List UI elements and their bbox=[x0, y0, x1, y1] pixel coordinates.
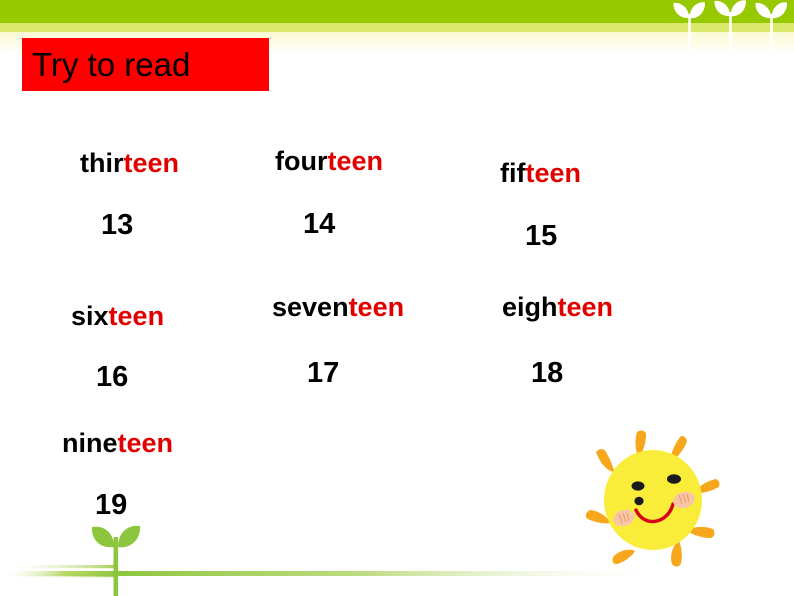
word-suffix-teen: teen bbox=[123, 148, 180, 178]
word-thirteen: thirteen bbox=[80, 150, 179, 177]
sprout-icon bbox=[714, 0, 747, 54]
sun-eye-right bbox=[667, 474, 681, 484]
word-suffix-teen: teen bbox=[108, 301, 165, 331]
number-15: 15 bbox=[525, 220, 558, 252]
number-14: 14 bbox=[303, 208, 336, 240]
number-18: 18 bbox=[531, 357, 564, 389]
page-title: Try to read bbox=[32, 46, 191, 83]
word-eighteen: eighteen bbox=[502, 294, 613, 321]
page-title-banner: Try to read bbox=[22, 38, 269, 91]
word-suffix-teen: teen bbox=[525, 158, 582, 188]
bottom-decoration bbox=[0, 525, 675, 596]
word-prefix: fif bbox=[500, 158, 526, 188]
word-seventeen: seventeen bbox=[272, 294, 404, 321]
number-13: 13 bbox=[101, 209, 134, 241]
sun-eye-left bbox=[631, 481, 645, 491]
word-nineteen: nineteen bbox=[62, 430, 173, 457]
word-suffix-teen: teen bbox=[117, 428, 174, 458]
word-suffix-teen: teen bbox=[557, 292, 614, 322]
word-prefix: four bbox=[275, 146, 328, 176]
word-prefix: six bbox=[71, 301, 109, 331]
ground-line-thin bbox=[0, 565, 118, 569]
number-17: 17 bbox=[307, 357, 340, 389]
sprout-icon bbox=[673, 2, 706, 54]
ground-line-left bbox=[0, 571, 118, 576]
word-suffix-teen: teen bbox=[327, 146, 384, 176]
sun-nose bbox=[634, 496, 644, 506]
sprout-icon bbox=[91, 525, 141, 596]
word-prefix: eigh bbox=[502, 292, 558, 322]
word-prefix: nine bbox=[62, 428, 118, 458]
number-19: 19 bbox=[95, 489, 128, 521]
number-16: 16 bbox=[96, 361, 129, 393]
sprout-icon bbox=[755, 2, 788, 54]
sprout-trio-icon bbox=[673, 0, 788, 54]
word-suffix-teen: teen bbox=[348, 292, 405, 322]
word-fifteen: fifteen bbox=[500, 160, 581, 187]
word-sixteen: sixteen bbox=[71, 303, 164, 330]
word-prefix: seven bbox=[272, 292, 349, 322]
ground-line-right bbox=[115, 571, 675, 576]
word-fourteen: fourteen bbox=[275, 148, 383, 175]
word-prefix: thir bbox=[80, 148, 124, 178]
